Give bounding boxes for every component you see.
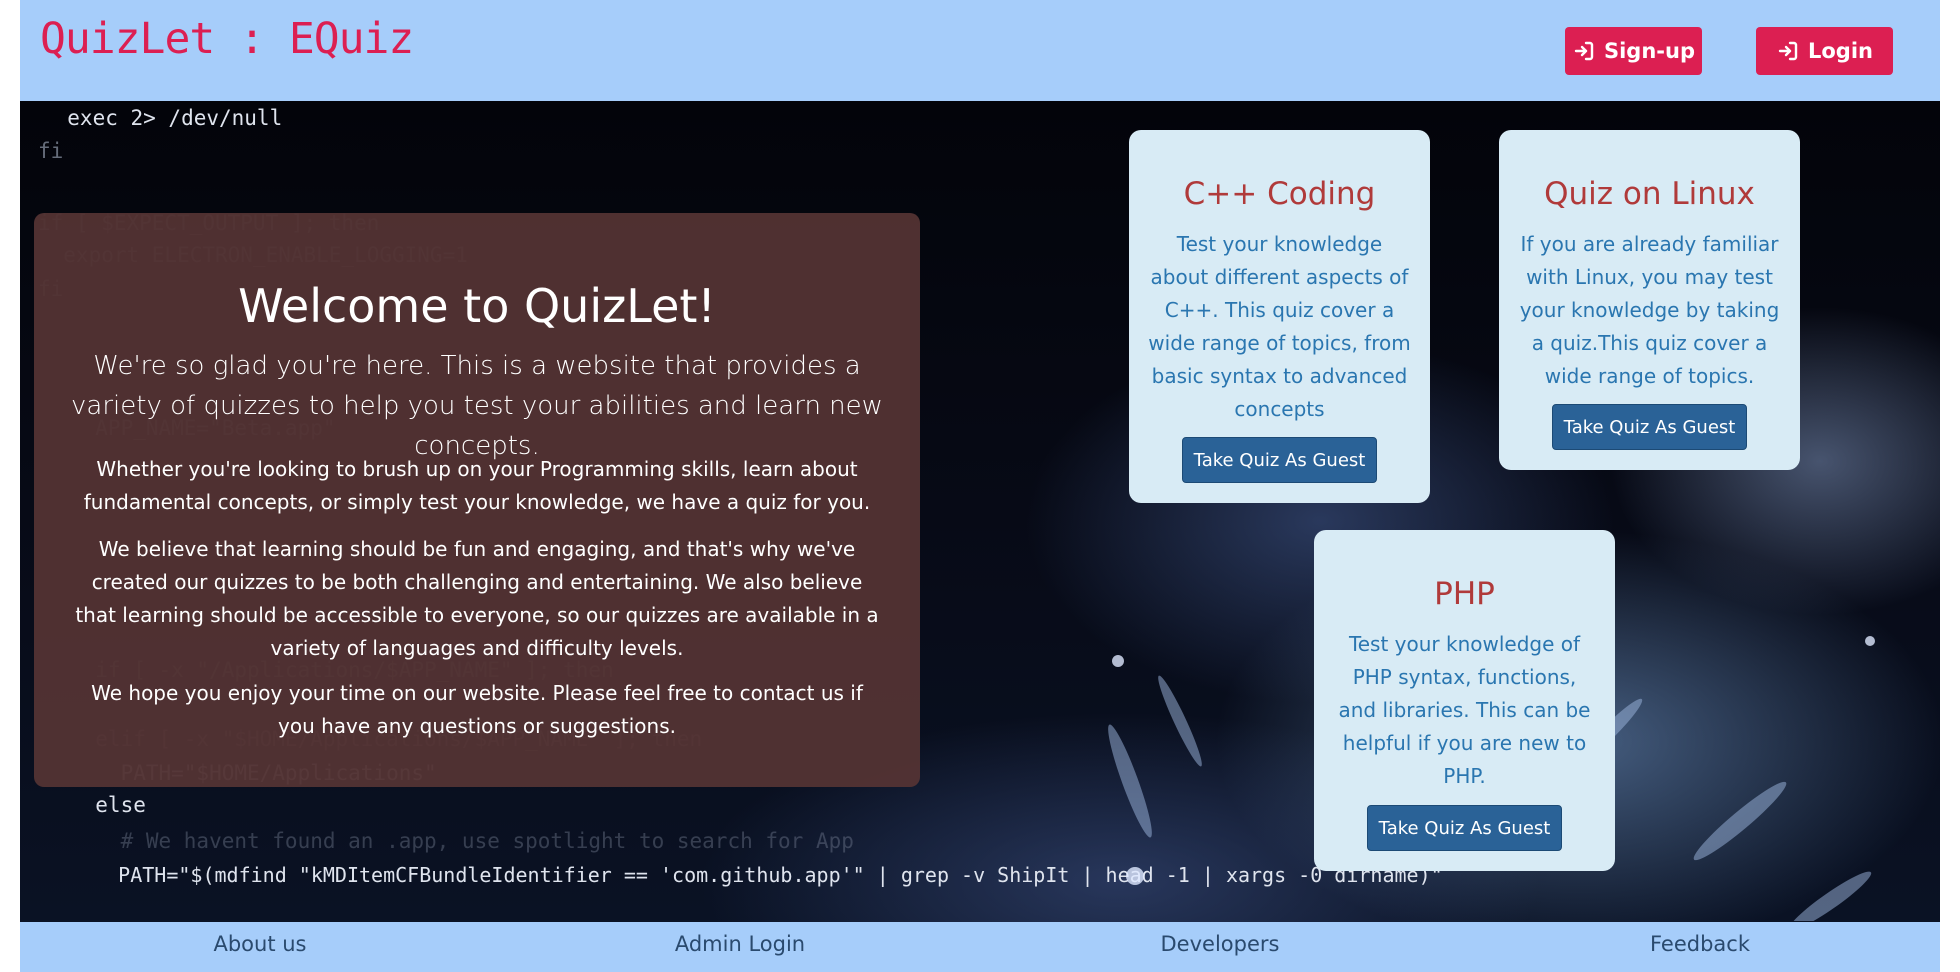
top-navbar: QuizLet : EQuiz Sign-up Login bbox=[20, 0, 1940, 101]
signup-label: Sign-up bbox=[1603, 39, 1695, 63]
code-line: # We havent found an .app, use spotlight… bbox=[70, 829, 854, 853]
quiz-card-linux: Quiz on Linux If you are already familia… bbox=[1499, 130, 1800, 470]
welcome-paragraph-3: We hope you enjoy your time on our websi… bbox=[91, 681, 863, 738]
left-margin bbox=[0, 0, 20, 972]
card-description: Test your knowledge about different aspe… bbox=[1148, 232, 1411, 421]
sign-in-icon bbox=[1574, 41, 1594, 61]
signup-button[interactable]: Sign-up bbox=[1565, 27, 1702, 75]
right-margin bbox=[1940, 0, 1960, 972]
welcome-paragraph-2: We believe that learning should be fun a… bbox=[75, 537, 879, 660]
sign-in-icon bbox=[1778, 41, 1798, 61]
card-title: C++ Coding bbox=[1183, 176, 1376, 212]
code-line: fi bbox=[38, 139, 64, 163]
footer-nav: About us Admin Login Developers Feedback bbox=[20, 922, 1940, 972]
take-quiz-guest-button[interactable]: Take Quiz As Guest bbox=[1552, 404, 1747, 450]
card-title: Quiz on Linux bbox=[1544, 176, 1755, 212]
welcome-panel: Welcome to QuizLet! We're so glad you're… bbox=[34, 213, 920, 787]
card-title: PHP bbox=[1434, 576, 1495, 612]
login-label: Login bbox=[1808, 39, 1873, 63]
quiz-card-cpp: C++ Coding Test your knowledge about dif… bbox=[1129, 130, 1430, 503]
take-quiz-guest-button[interactable]: Take Quiz As Guest bbox=[1182, 437, 1377, 483]
card-description: If you are already familiar with Linux, … bbox=[1519, 232, 1780, 388]
quiz-card-php: PHP Test your knowledge of PHP syntax, f… bbox=[1314, 530, 1615, 871]
footer-link-admin-login[interactable]: Admin Login bbox=[620, 932, 860, 956]
login-button[interactable]: Login bbox=[1756, 27, 1893, 75]
take-quiz-guest-button[interactable]: Take Quiz As Guest bbox=[1367, 805, 1562, 851]
welcome-title: Welcome to QuizLet! bbox=[238, 279, 716, 333]
footer-link-developers[interactable]: Developers bbox=[1100, 932, 1340, 956]
code-line: exec 2> /dev/null bbox=[42, 106, 283, 130]
page: QuizLet : EQuiz Sign-up Login exec 2> /d… bbox=[20, 0, 1940, 972]
brand-logo[interactable]: QuizLet : EQuiz bbox=[40, 14, 414, 64]
code-line: else bbox=[70, 793, 146, 817]
footer-link-about[interactable]: About us bbox=[140, 932, 380, 956]
card-description: Test your knowledge of PHP syntax, funct… bbox=[1338, 632, 1591, 788]
footer-link-feedback[interactable]: Feedback bbox=[1580, 932, 1820, 956]
welcome-lead: We're so glad you're here. This is a web… bbox=[71, 351, 883, 461]
welcome-paragraph-1: Whether you're looking to brush up on yo… bbox=[83, 457, 871, 514]
